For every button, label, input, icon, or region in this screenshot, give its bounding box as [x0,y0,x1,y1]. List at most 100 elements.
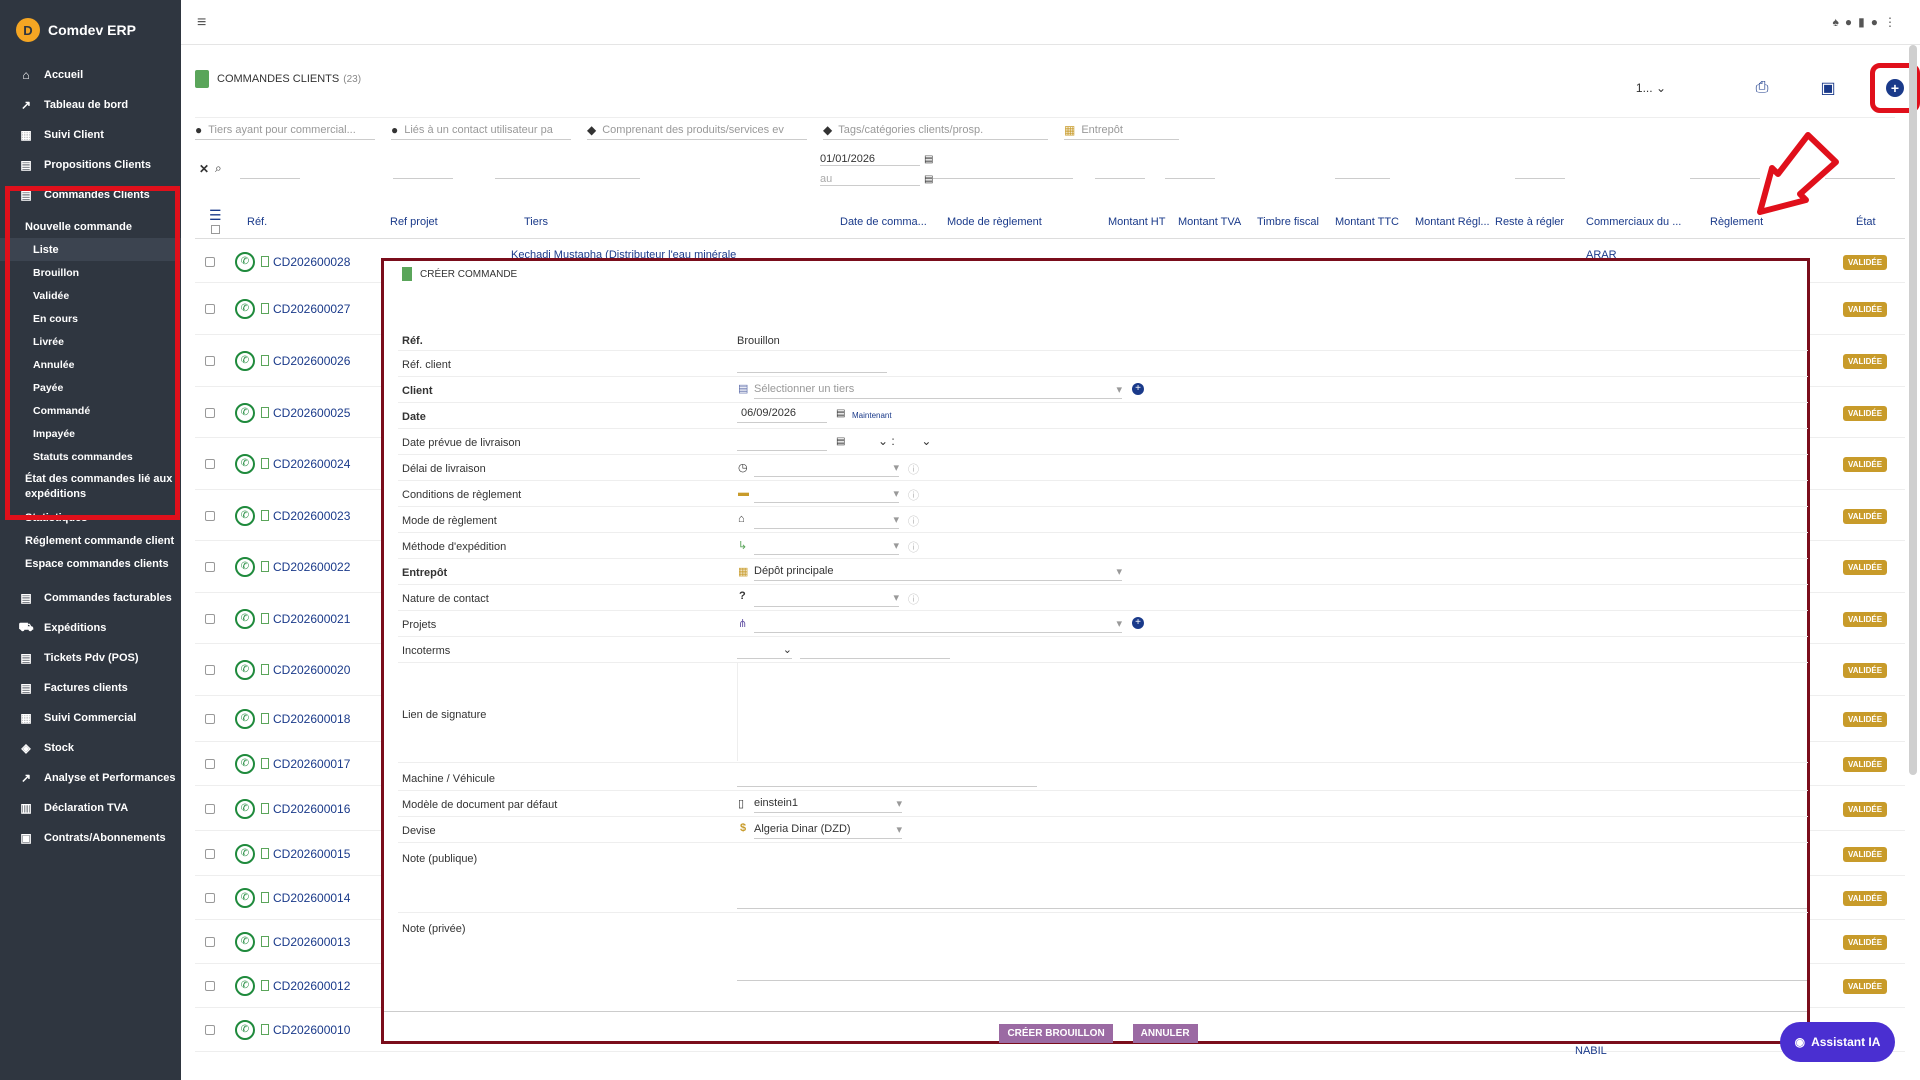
incoterms-location-input[interactable] [800,643,950,659]
sidebar-item-sidebar.items28[interactable]: ▣ Contrats/Abonnements [0,823,181,853]
clear-filter-icon[interactable]: ✕ [199,162,209,176]
row-checkbox[interactable] [205,562,215,572]
ref-client-input[interactable] [737,357,887,373]
menu-toggle-icon[interactable]: ≡ [197,14,206,32]
whatsapp-icon[interactable]: ✆ [235,754,255,774]
payment-terms-select[interactable]: ▾ [754,487,899,503]
row-checkbox[interactable] [205,510,215,521]
column-header[interactable]: Réf. [247,216,267,228]
row-checkbox[interactable] [205,304,215,314]
contact-filter[interactable]: ● Liés à un contact utilisateur pa [391,123,571,140]
column-header[interactable]: Date de comma... [840,216,927,228]
column-header[interactable]: Montant HT [1108,216,1165,228]
warehouse-select[interactable]: Dépôt principale ▾ [754,565,1122,581]
minute-select[interactable]: ⌄ [908,434,931,448]
row-checkbox[interactable] [205,665,215,675]
column-header[interactable]: Montant TTC [1335,216,1399,228]
order-ref-link[interactable]: CD202600015 [273,847,350,861]
note-private-textarea[interactable] [737,915,1807,981]
column-header[interactable]: Tiers [524,216,548,228]
remaining-filter[interactable] [1515,159,1565,179]
column-header[interactable]: Ref projet [390,216,438,228]
whatsapp-icon[interactable]: ✆ [235,1020,255,1040]
whatsapp-icon[interactable]: ✆ [235,888,255,908]
assistant-ia-button[interactable]: ◉ Assistant IA [1780,1022,1895,1062]
sidebar-item-sidebar.items26[interactable]: ↗ Analyse et Performances [0,763,181,793]
sidebar-item-sidebar.items27[interactable]: ▥ Déclaration TVA [0,793,181,823]
sidebar-sub-item[interactable]: Espace commandes clients [0,552,181,575]
column-header[interactable]: Montant Régl... [1415,216,1490,228]
projects-select[interactable]: ▾ [754,617,1122,633]
order-ref-link[interactable]: CD202600016 [273,802,350,816]
row-commercial-link[interactable]: NABIL [1575,1045,1607,1057]
trash-icon[interactable]: ▮ [1858,15,1871,29]
column-header[interactable]: Reste à régler [1495,216,1564,228]
sidebar-item-sidebar.items20[interactable]: ▤ Commandes facturables [0,583,181,613]
tiers-filter-input[interactable] [495,159,640,179]
sidebar-item-sidebar.items23[interactable]: ▤ Factures clients [0,673,181,703]
calendar-icon[interactable]: ▤ [836,436,845,447]
user-avatar-icon[interactable]: ● [1871,15,1884,29]
shipping-method-select[interactable]: ▾ [754,539,899,555]
search-icon[interactable]: ⌕ [215,161,222,176]
sidebar-item-sidebar.items3[interactable]: ▤ Propositions Clients [0,150,181,180]
row-checkbox[interactable] [205,356,215,366]
whatsapp-icon[interactable]: ✆ [235,351,255,371]
order-ref-link[interactable]: CD202600023 [273,509,350,523]
delivery-date-input[interactable] [737,435,827,451]
order-ref-link[interactable]: CD202600021 [273,612,350,626]
order-ref-link[interactable]: CD202600024 [273,457,350,471]
products-filter[interactable]: ◆ Comprenant des produits/services ev [587,123,807,140]
ref-filter-input[interactable] [240,159,300,179]
column-header[interactable]: Mode de règlement [947,216,1042,228]
add-client-icon[interactable]: + [1132,383,1144,395]
date-from-input[interactable]: 01/01/2026 [820,153,920,166]
calendar-icon[interactable]: ▤ [836,408,845,419]
row-checkbox[interactable] [205,407,215,418]
sidebar-item-sidebar.items22[interactable]: ▤ Tickets Pdv (POS) [0,643,181,673]
order-ref-link[interactable]: CD202600025 [273,406,350,420]
amount-ht-filter[interactable] [1095,159,1145,179]
whatsapp-icon[interactable]: ✆ [235,660,255,680]
export-excel-icon[interactable]: ▣ [1808,68,1848,108]
incoterms-select[interactable]: ⌄ [737,643,792,659]
order-ref-link[interactable]: CD202600014 [273,891,350,905]
whatsapp-icon[interactable]: ✆ [235,402,255,423]
now-link[interactable]: Maintenant [852,411,892,420]
create-draft-button[interactable]: CRÉER BROUILLON [999,1024,1113,1043]
per-page-select[interactable]: 1... ⌄ [1636,81,1666,95]
column-header[interactable]: Commerciaux du ... [1586,216,1681,228]
row-checkbox[interactable] [205,759,215,769]
warehouse-filter[interactable]: ▦ Entrepôt [1064,123,1179,140]
row-checkbox[interactable] [205,256,215,267]
whatsapp-icon[interactable]: ✆ [235,932,255,952]
date-input[interactable]: 06/09/2026 [737,407,827,423]
date-to-input[interactable]: au [820,173,920,186]
sidebar-item-sidebar.items21[interactable]: ⛟ Expéditions [0,613,181,643]
client-select[interactable]: Sélectionner un tiers ▾ [754,383,1122,399]
row-checkbox[interactable] [205,803,215,814]
whatsapp-icon[interactable]: ✆ [235,608,255,629]
column-select-icon[interactable]: ☰ [209,207,222,224]
brand[interactable]: D Comdev ERP [0,0,181,60]
ref-project-filter-input[interactable] [393,159,453,179]
signature-area[interactable] [737,663,1807,761]
order-ref-link[interactable]: CD202600026 [273,354,350,368]
row-checkbox[interactable] [205,893,215,903]
order-ref-link[interactable]: CD202600018 [273,712,350,726]
scrollbar[interactable] [1909,45,1917,775]
order-ref-link[interactable]: CD202600028 [273,255,350,269]
currency-select[interactable]: Algeria Dinar (DZD) ▾ [754,823,902,839]
row-checkbox[interactable] [205,714,215,724]
order-ref-link[interactable]: CD202600010 [273,1023,350,1037]
kebab-menu-icon[interactable]: ⋮ [1884,15,1902,29]
order-ref-link[interactable]: CD202600012 [273,979,350,993]
tags-filter[interactable]: ◆ Tags/catégories clients/prosp. [823,123,1048,140]
whatsapp-icon[interactable]: ✆ [235,709,255,729]
sidebar-item-sidebar.items24[interactable]: ▦ Suivi Commercial [0,703,181,733]
whatsapp-icon[interactable]: ✆ [235,251,255,272]
row-checkbox[interactable] [205,613,215,624]
whatsapp-icon[interactable]: ✆ [235,299,255,319]
sidebar-item-sidebar.items1[interactable]: ↗ Tableau de bord [0,90,181,120]
row-checkbox[interactable] [205,937,215,947]
